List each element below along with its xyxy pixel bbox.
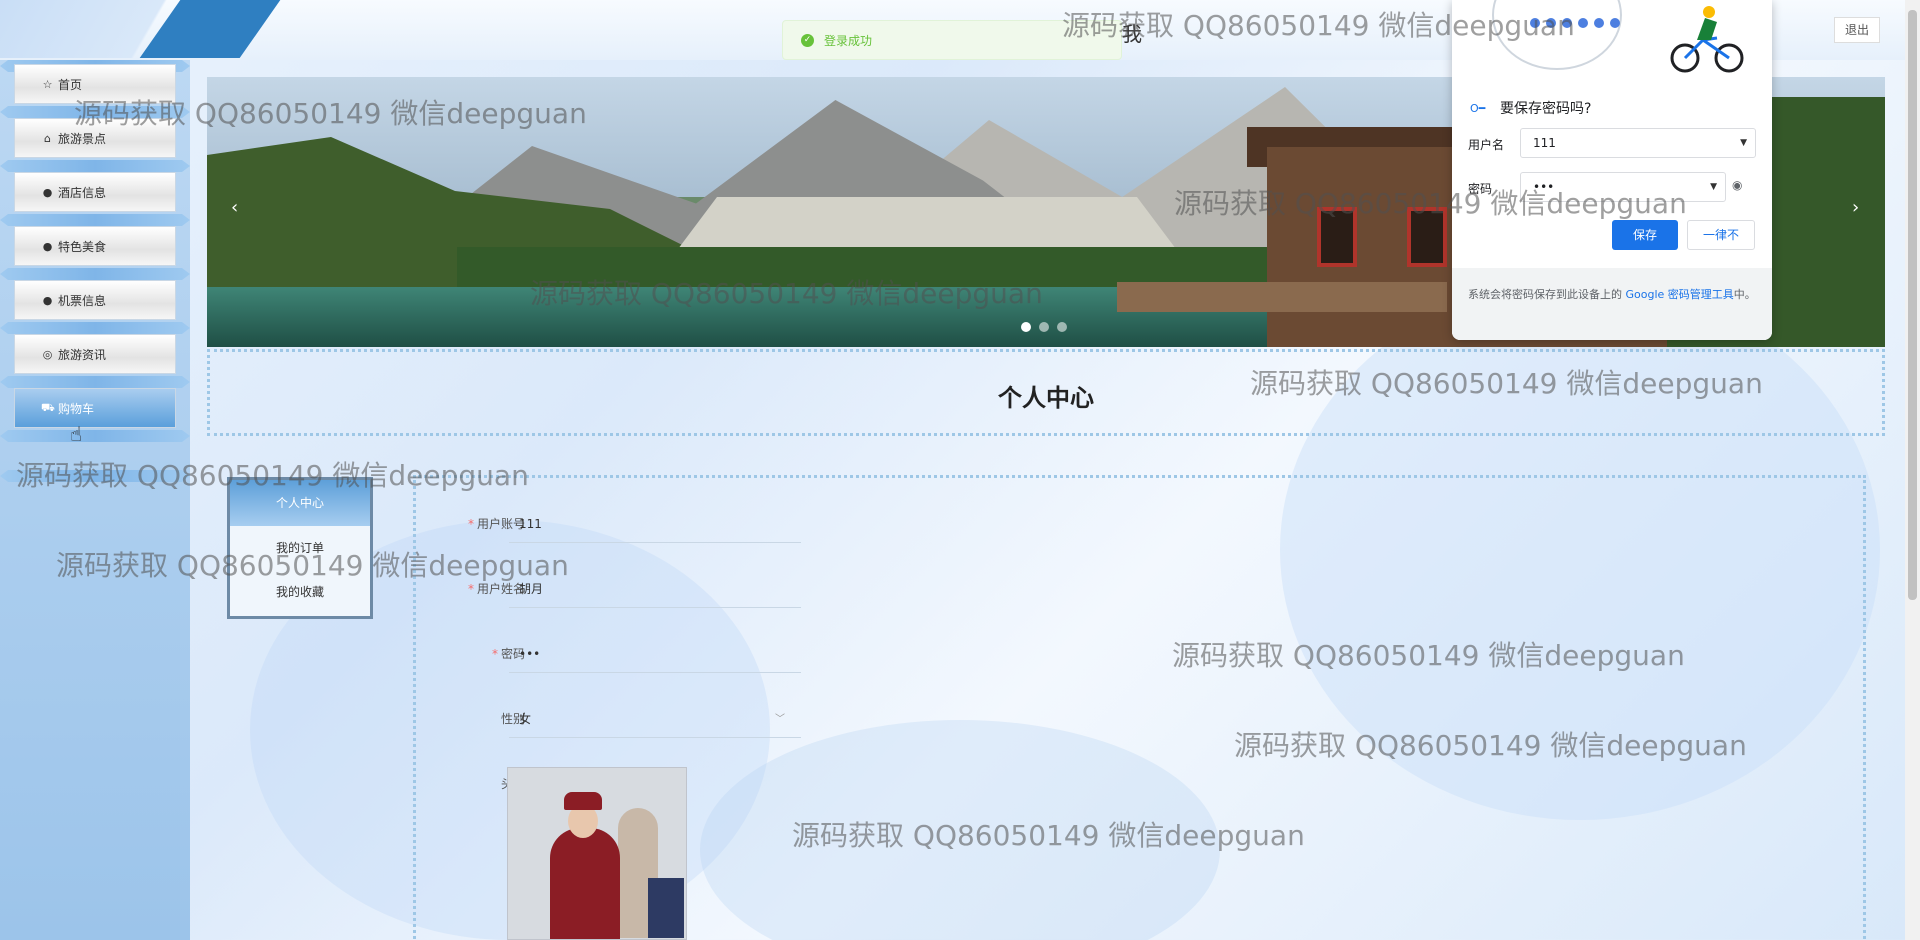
avatar-luggage <box>648 878 684 938</box>
illustration-curve <box>1492 0 1622 70</box>
password-illustration <box>1452 0 1772 80</box>
sidebar-item-cart[interactable]: ⛟ 购物车 <box>14 388 176 428</box>
avatar-hat <box>564 792 602 810</box>
submenu-head[interactable]: 个人中心 <box>230 480 370 526</box>
chevron-down-icon: ﹀ <box>775 714 785 725</box>
carousel-prev-icon[interactable]: ‹ <box>231 197 238 218</box>
toast-message: 登录成功 <box>824 33 873 48</box>
form-row-account: * 用户账号 111 <box>413 505 1013 545</box>
gender-select[interactable]: 女 <box>509 700 801 738</box>
form-row-password: * 密码 ••• <box>413 635 1013 675</box>
avatar-person <box>550 828 620 939</box>
dialog-title-text: 要保存密码吗? <box>1500 101 1592 117</box>
dropdown-arrow-icon: ▼ <box>1740 138 1747 148</box>
nav-separator <box>0 322 190 334</box>
page-title: 个人中心 <box>998 384 1094 412</box>
dropdown-arrow-icon: ▼ <box>1710 182 1717 192</box>
nav-separator <box>0 106 190 118</box>
hand-cursor-icon: ☝ <box>70 422 83 446</box>
dialog-title: O━ 要保存密码吗? <box>1470 98 1591 118</box>
sidebar-item-label: 机票信息 <box>58 293 107 308</box>
page-title-box: 个人中心 <box>207 349 1885 436</box>
info-icon: ● <box>42 185 53 199</box>
submenu-item-orders[interactable]: 我的订单 <box>230 526 370 570</box>
footer-text-end: 中。 <box>1733 288 1756 301</box>
info-circle-icon: ● <box>42 293 53 307</box>
cyclist-icon <box>1670 6 1744 73</box>
page-scrollbar[interactable] <box>1905 0 1920 940</box>
name-input[interactable]: 胡月 <box>509 570 801 608</box>
cart-icon: ⛟ <box>41 400 55 414</box>
banner-cabin-window <box>1407 207 1447 267</box>
submenu-item-favorites[interactable]: 我的收藏 <box>230 570 370 614</box>
banner-cabin-window <box>1317 207 1357 267</box>
form-row-name: * 用户姓名 胡月 <box>413 570 1013 610</box>
bag-icon: ⌂ <box>44 131 51 145</box>
sidebar-item-food[interactable]: ● 特色美食 <box>14 226 176 266</box>
username-label: 用户名 <box>1468 138 1505 152</box>
show-password-eye-icon[interactable]: ◉ <box>1732 178 1742 192</box>
avatar-image[interactable] <box>507 767 687 940</box>
sidebar-item-news[interactable]: ◎ 旅游资讯 <box>14 334 176 374</box>
dialog-footer: 系统会将密码保存到此设备上的 Google 密码管理工具中。 <box>1452 268 1772 340</box>
save-password-dialog: O━ 要保存密码吗? 用户名 111 ▼ 密码 ••• ▼ ◉ 保存 一律不 系… <box>1452 0 1772 340</box>
sidebar-item-label: 旅游景点 <box>58 131 107 146</box>
sidebar-item-label: 酒店信息 <box>58 185 107 200</box>
nav-separator <box>0 376 190 388</box>
sidebar-item-flights[interactable]: ● 机票信息 <box>14 280 176 320</box>
nav-separator <box>0 470 190 482</box>
password-dots-icon <box>1530 18 1620 28</box>
form-row-gender: 性别 女 ﹀ <box>413 700 1013 740</box>
password-row: 密码 ••• ▼ <box>1468 172 1758 202</box>
sidebar-item-hotels[interactable]: ● 酒店信息 <box>14 172 176 212</box>
password-label: 密码 <box>1468 182 1493 196</box>
account-input[interactable]: 111 <box>509 505 801 543</box>
carousel-next-icon[interactable]: › <box>1852 197 1859 218</box>
sidebar-item-attractions[interactable]: ⌂ 旅游景点 <box>14 118 176 158</box>
success-toast: ✓ 登录成功 <box>782 20 1122 60</box>
footer-text: 系统会将密码保存到此设备上的 <box>1468 288 1626 301</box>
sidebar-item-label: 旅游资讯 <box>58 347 107 362</box>
carousel-dot[interactable] <box>1057 322 1067 332</box>
personal-center-menu: 个人中心 我的订单 我的收藏 <box>227 477 373 619</box>
key-icon: O━ <box>1470 101 1486 115</box>
password-input[interactable]: ••• <box>509 635 801 673</box>
banner-deck <box>1117 282 1447 312</box>
nav-separator <box>0 430 190 442</box>
check-icon: ✓ <box>801 33 814 47</box>
logout-button[interactable]: 退出 <box>1834 17 1880 43</box>
sidebar-item-label: 特色美食 <box>58 239 107 254</box>
form-row-avatar: 头像 <box>413 765 1013 805</box>
password-manager-link[interactable]: Google 密码管理工具 <box>1626 288 1734 301</box>
globe-icon: ◎ <box>42 347 53 361</box>
carousel-indicators <box>1021 322 1067 332</box>
save-password-button[interactable]: 保存 <box>1612 220 1678 250</box>
username-select[interactable]: 111 ▼ <box>1520 128 1756 158</box>
username-value: 111 <box>1533 136 1556 150</box>
username-row: 用户名 111 ▼ <box>1468 128 1758 158</box>
password-value: ••• <box>1533 180 1555 194</box>
nav-separator <box>0 268 190 280</box>
sidebar-item-home[interactable]: ☆ 首页 <box>14 64 176 104</box>
password-select[interactable]: ••• ▼ <box>1520 172 1726 202</box>
carousel-dot[interactable] <box>1039 322 1049 332</box>
nav-separator <box>0 214 190 226</box>
header-center-text: 我 <box>1122 22 1142 46</box>
nav-separator <box>0 160 190 172</box>
scrollbar-thumb[interactable] <box>1908 10 1917 600</box>
sidebar-item-label: 首页 <box>58 77 83 92</box>
star-icon: ☆ <box>42 77 53 91</box>
never-save-button[interactable]: 一律不 <box>1687 220 1755 250</box>
sidebar-item-label: 购物车 <box>58 401 95 416</box>
help-icon: ● <box>42 239 53 253</box>
carousel-dot[interactable] <box>1021 322 1031 332</box>
